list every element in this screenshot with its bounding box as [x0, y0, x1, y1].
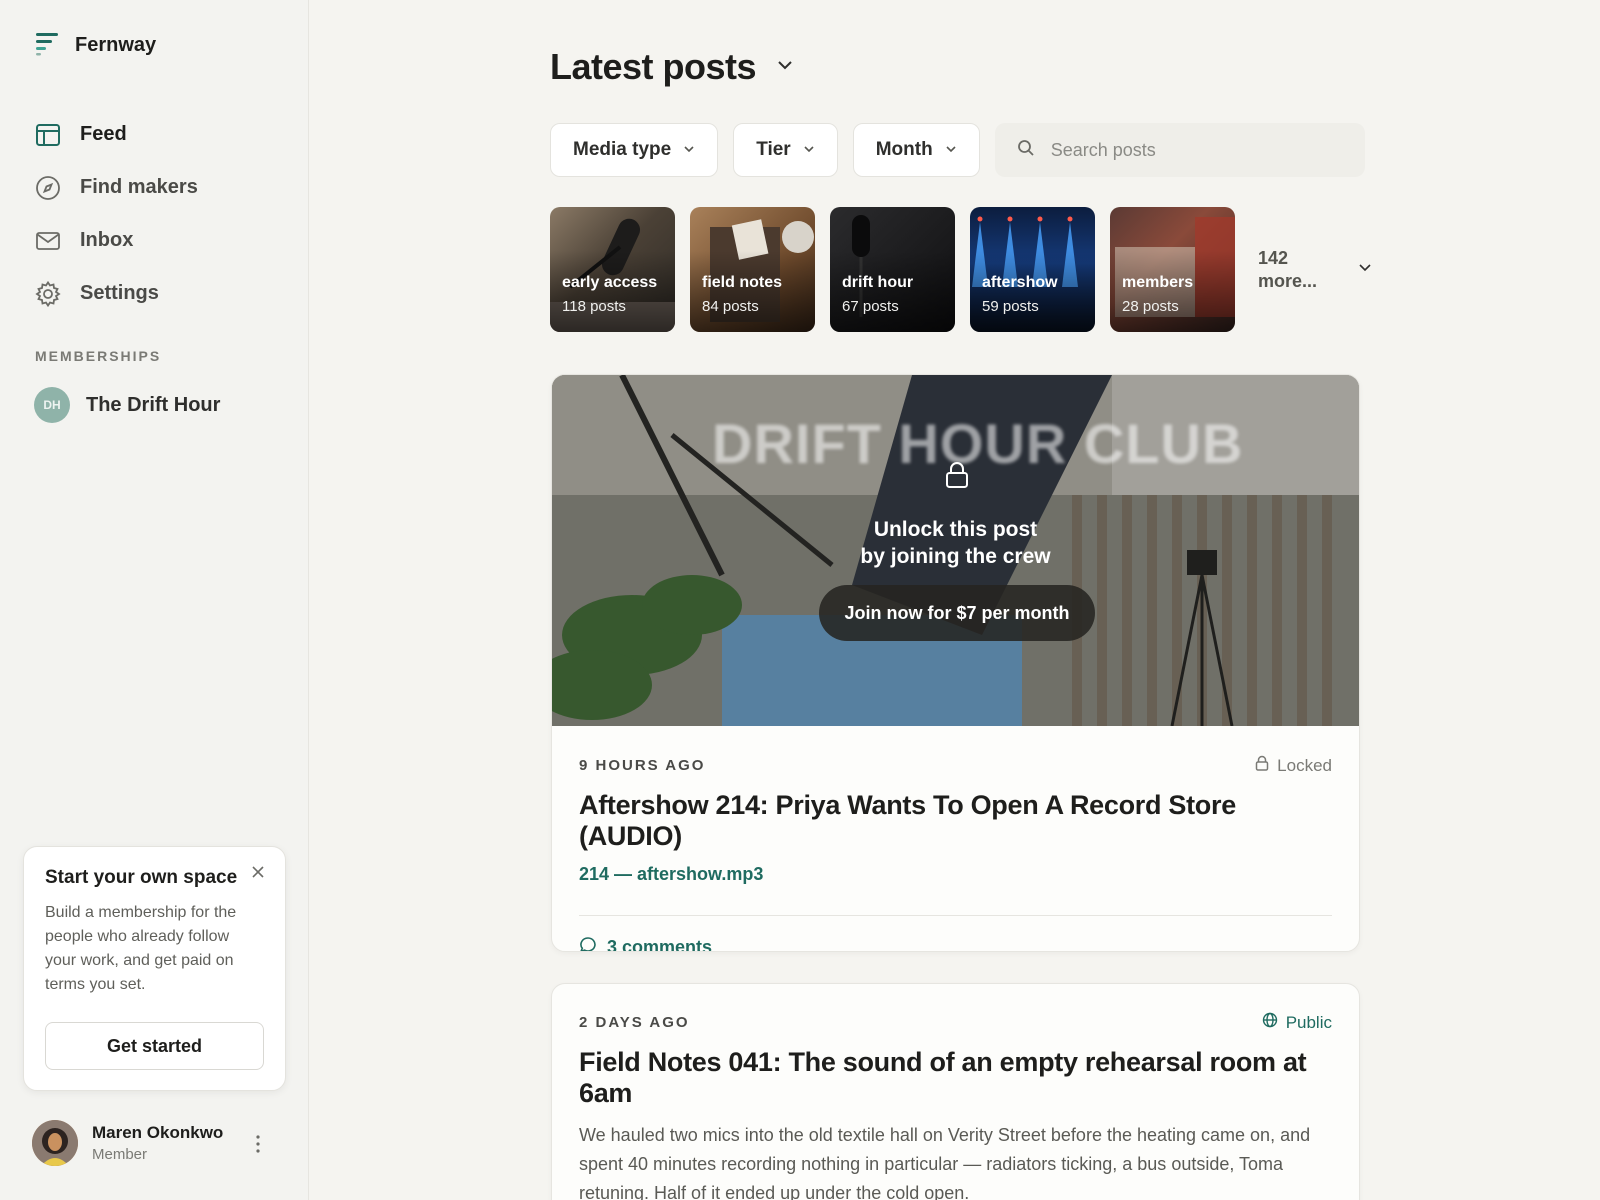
search-icon	[1017, 139, 1035, 162]
app-name: Fernway	[75, 34, 157, 56]
collection-tile[interactable]: drift hour 67 posts	[830, 207, 955, 332]
main-content: Latest posts Media type Tier Month early…	[309, 0, 1600, 1200]
filter-label: Media type	[573, 139, 672, 160]
avatar: DH	[34, 387, 70, 423]
collection-count: 67 posts	[842, 298, 899, 315]
post-meta: 2 DAYS AGO Public	[579, 1012, 1332, 1033]
post-card: DRIFT HOUR CLUB Unlock this post by join…	[551, 374, 1360, 952]
chevron-down-icon	[803, 139, 815, 161]
comments-link[interactable]: 3 comments	[579, 936, 1332, 951]
post-hero-image: DRIFT HOUR CLUB Unlock this post by join…	[552, 375, 1359, 726]
main-nav: Feed Find makers Inbox Settings	[34, 108, 284, 320]
collection-tile[interactable]: early access 118 posts	[550, 207, 675, 332]
page-title: Latest posts	[550, 46, 757, 87]
collection-tile[interactable]: members 28 posts	[1110, 207, 1235, 332]
logo-icon	[35, 30, 61, 61]
media-type-filter[interactable]: Media type	[550, 123, 719, 177]
nav-item-find-makers[interactable]: Find makers	[34, 161, 284, 214]
post-title[interactable]: Aftershow 214: Priya Wants To Open A Rec…	[579, 790, 1332, 852]
post-excerpt: We hauled two mics into the old textile …	[579, 1125, 1311, 1200]
search-box	[994, 123, 1365, 177]
filter-label: Tier	[756, 139, 791, 160]
collection-count: 59 posts	[982, 298, 1039, 315]
more-collections-button[interactable]: 142 more...	[1258, 247, 1378, 293]
mail-icon	[34, 227, 62, 255]
nav-item-settings[interactable]: Settings	[34, 267, 284, 320]
filter-bar: Media type Tier Month	[550, 123, 1365, 177]
nav-item-label: Feed	[80, 123, 127, 145]
nav-item-feed[interactable]: Feed	[34, 108, 284, 161]
collection-count: 28 posts	[1122, 298, 1179, 315]
nav-item-label: Find makers	[80, 176, 198, 198]
chevron-down-icon	[945, 139, 957, 161]
gear-icon	[34, 280, 62, 308]
divider	[579, 915, 1332, 916]
membership-item[interactable]: DH The Drift Hour	[34, 387, 220, 423]
membership-label: The Drift Hour	[86, 393, 221, 416]
comment-icon	[579, 936, 597, 951]
lock-icon	[945, 461, 969, 494]
collection-name: early access	[562, 274, 658, 291]
collections-row: early access 118 posts field notes 84 po…	[550, 207, 1378, 332]
post-time: 9 HOURS AGO	[579, 757, 706, 774]
post-title[interactable]: Field Notes 041: The sound of an empty r…	[579, 1047, 1332, 1109]
status-badge: Public	[1262, 1012, 1332, 1033]
close-icon[interactable]	[251, 865, 267, 881]
user-role: Member	[92, 1146, 148, 1163]
promo-body: Build a membership for the people who al…	[45, 904, 237, 993]
more-label: 142 more...	[1258, 247, 1318, 291]
collection-name: aftershow	[982, 274, 1058, 291]
collection-name: drift hour	[842, 274, 914, 291]
more-vertical-icon[interactable]	[252, 1134, 264, 1154]
post-time: 2 DAYS AGO	[579, 1014, 690, 1031]
nav-item-inbox[interactable]: Inbox	[34, 214, 284, 267]
tier-filter[interactable]: Tier	[733, 123, 838, 177]
compass-icon	[34, 174, 62, 202]
globe-icon	[1262, 1012, 1278, 1033]
status-badge: Locked	[1255, 755, 1332, 776]
collection-count: 84 posts	[702, 298, 759, 315]
page-header: Latest posts	[550, 46, 794, 88]
collection-tile[interactable]: aftershow 59 posts	[970, 207, 1095, 332]
unlock-message: Unlock this post by joining the crew	[860, 518, 1051, 568]
layout-icon	[34, 121, 62, 149]
nav-item-label: Settings	[80, 282, 159, 304]
avatar	[32, 1120, 78, 1166]
promo-title: Start your own space	[45, 867, 238, 888]
brand[interactable]: Fernway	[35, 30, 156, 61]
get-started-button[interactable]: Get started	[45, 1022, 264, 1070]
chevron-down-icon	[1358, 260, 1372, 279]
post-card: 2 DAYS AGO Public Field Notes 041: The s…	[551, 983, 1360, 1200]
nav-item-label: Inbox	[80, 229, 134, 251]
lock-icon	[1255, 755, 1269, 776]
post-attachment[interactable]: 214 — aftershow.mp3	[579, 864, 1332, 885]
memberships-heading: MEMBERSHIPS	[35, 348, 162, 364]
post-meta: 9 HOURS AGO Locked	[579, 755, 1332, 776]
join-button[interactable]: Join now for $7 per month	[819, 585, 1095, 641]
hero-wordmark: DRIFT HOUR CLUB	[712, 412, 1244, 475]
user-name: Maren Okonkwo	[92, 1123, 224, 1142]
collection-name: field notes	[702, 274, 783, 291]
filter-label: Month	[875, 139, 933, 160]
chevron-down-icon[interactable]	[776, 56, 794, 79]
chevron-down-icon	[683, 139, 695, 161]
collection-tile[interactable]: field notes 84 posts	[690, 207, 815, 332]
user-profile[interactable]: Maren Okonkwo Member	[32, 1120, 282, 1166]
promo-card: Start your own space Build a membership …	[23, 846, 286, 1091]
collection-count: 118 posts	[562, 298, 626, 315]
sidebar: Fernway Feed Find makers Inbox Settings	[0, 0, 309, 1200]
search-input[interactable]	[1050, 139, 1341, 161]
collection-name: members	[1122, 274, 1194, 291]
month-filter[interactable]: Month	[852, 123, 980, 177]
